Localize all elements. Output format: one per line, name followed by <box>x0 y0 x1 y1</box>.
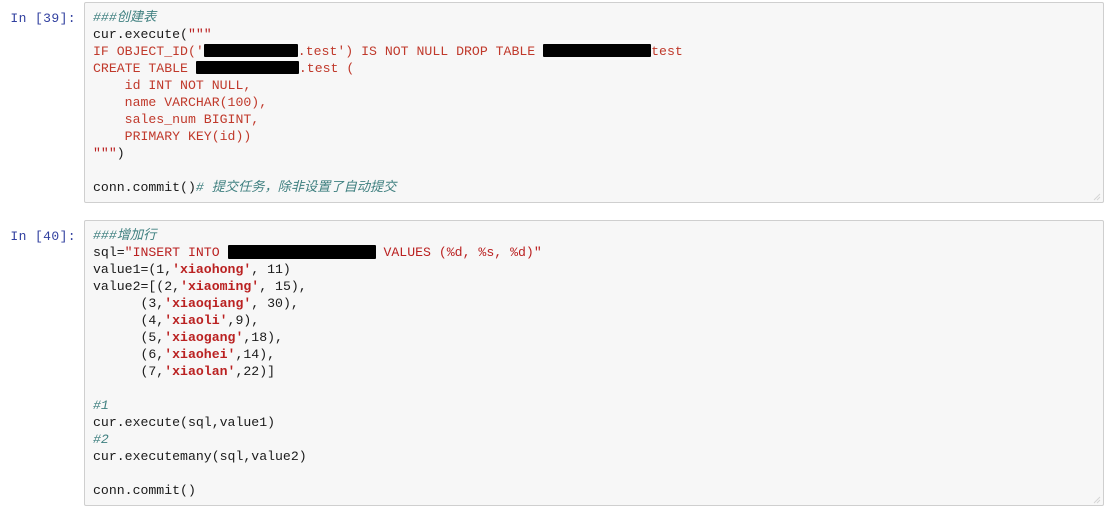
notebook-cell[interactable]: In [39]: ###创建表 cur.execute(""" IF OBJEC… <box>0 2 1117 203</box>
code-conn-commit: conn.commit() <box>93 180 196 195</box>
code-comment-2: #2 <box>93 432 109 447</box>
code-comment-create-table: ###创建表 <box>93 10 157 25</box>
code-sql-test-suffix: test <box>651 44 683 59</box>
code-value1-suffix: , 11) <box>251 262 291 277</box>
code-tuple6-suffix: ,14), <box>235 347 276 362</box>
code-cur-execute: cur.execute(sql,value1) <box>93 415 276 430</box>
code-tuple3-suffix: , 30), <box>251 296 299 311</box>
redaction-bar-db-name-1 <box>203 44 298 58</box>
code-sql-create-table: CREATE TABLE <box>93 61 196 76</box>
redaction-bar-table-name <box>227 244 376 259</box>
redaction-bar-db-name-3 <box>195 61 299 75</box>
code-sql-if-object-id: IF OBJECT_ID(' <box>93 44 204 59</box>
code-string-xiaohong: 'xiaohong' <box>172 262 252 277</box>
notebook-cell[interactable]: In [40]: ###增加行 sql="INSERT INTO VALUES … <box>0 220 1117 506</box>
code-sql-test-table: .test ( <box>298 61 355 76</box>
code-paren-close: ) <box>116 146 125 161</box>
code-value2-prefix: value2=[(2, <box>93 279 181 294</box>
code-text: cur.execute( <box>93 27 188 42</box>
resize-handle-icon[interactable] <box>1091 191 1101 201</box>
code-string-values: VALUES (%d, %s, %d)" <box>375 245 542 260</box>
code-string-xiaoli: 'xiaoli' <box>164 313 228 328</box>
code-tuple6-prefix: (6, <box>93 347 165 362</box>
code-string-xiaoming: 'xiaoming' <box>180 279 260 294</box>
cell-prompt-in-40: In [40]: <box>10 229 76 244</box>
code-conn-commit: conn.commit() <box>93 483 196 498</box>
code-string-xiaohei: 'xiaohei' <box>164 347 236 362</box>
code-value1-prefix: value1=(1, <box>93 262 173 277</box>
code-tuple4-suffix: ,9), <box>227 313 260 328</box>
code-input-area[interactable]: ###创建表 cur.execute(""" IF OBJECT_ID(' .te… <box>84 2 1104 203</box>
code-string-xiaolan: 'xiaolan' <box>164 364 236 379</box>
code-tuple7-prefix: (7, <box>93 364 165 379</box>
code-comment-insert-row: ###增加行 <box>93 228 157 243</box>
notebook-container: In [39]: ###创建表 cur.execute(""" IF OBJEC… <box>0 0 1117 506</box>
code-comment-1: #1 <box>93 398 109 413</box>
code-string-triple-quote-close: """ <box>93 146 117 161</box>
code-comment-commit: # 提交任务，除非设置了自动提交 <box>195 180 397 195</box>
code-value2-suffix: , 15), <box>259 279 307 294</box>
code-tuple5-suffix: ,18), <box>243 330 283 345</box>
code-tuple3-prefix: (3, <box>93 296 165 311</box>
code-tuple7-suffix: ,22)] <box>235 364 276 379</box>
code-string-xiaogang: 'xiaogang' <box>164 330 244 345</box>
code-tuple5-prefix: (5, <box>93 330 165 345</box>
cell-prompt-in-39: In [39]: <box>10 11 76 26</box>
code-string-insert-into: "INSERT INTO <box>124 245 228 260</box>
code-tuple4-prefix: (4, <box>93 313 165 328</box>
code-sql-drop-table: .test') IS NOT NULL DROP TABLE <box>297 44 544 59</box>
code-cur-executemany: cur.executemany(sql,value2) <box>93 449 307 464</box>
resize-handle-icon[interactable] <box>1091 494 1101 504</box>
code-source[interactable]: ###创建表 cur.execute(""" IF OBJECT_ID(' .te… <box>93 9 1097 196</box>
code-string-triple-quote-open: """ <box>187 27 212 42</box>
code-sql-var: sql= <box>93 245 125 260</box>
code-source[interactable]: ###增加行 sql="INSERT INTO VALUES (%d, %s, … <box>93 227 1097 499</box>
code-string-xiaoqiang: 'xiaoqiang' <box>164 296 252 311</box>
code-sql-col-id: id INT NOT NULL, <box>93 78 252 93</box>
code-input-area[interactable]: ###增加行 sql="INSERT INTO VALUES (%d, %s, … <box>84 220 1104 506</box>
code-sql-primary-key: PRIMARY KEY(id)) <box>93 129 252 144</box>
redaction-bar-db-name-2 <box>543 44 652 58</box>
code-sql-col-sales-num: sales_num BIGINT, <box>93 112 260 127</box>
code-sql-col-name: name VARCHAR(100), <box>93 95 268 110</box>
